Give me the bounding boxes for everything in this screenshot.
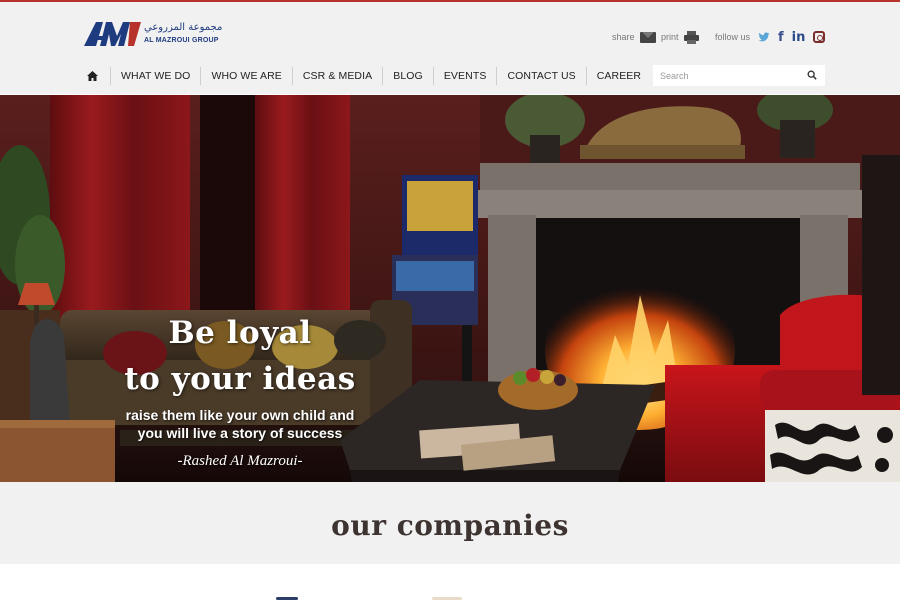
- share-link[interactable]: share: [612, 28, 656, 46]
- linkedin-icon[interactable]: in: [792, 31, 806, 44]
- hero-subline-2: you will live a story of success: [137, 425, 343, 441]
- hero-living-room-image: [0, 95, 900, 482]
- printer-icon: [683, 30, 699, 44]
- main-nav: WHAT WE DO WHO WE ARE CSR & MEDIA BLOG E…: [84, 66, 651, 86]
- search-input[interactable]: [653, 65, 803, 86]
- hero-subline-1: raise them like your own child and: [125, 407, 355, 423]
- site-logo[interactable]: مجموعة المزروعي AL MAZROUI GROUP: [84, 20, 224, 52]
- nav-item-contact-us[interactable]: CONTACT US: [496, 67, 585, 85]
- hero-quote-author: -Rashed Al Mazroui-: [177, 453, 303, 469]
- logo-arabic-text: مجموعة المزروعي: [144, 22, 223, 33]
- print-label: print: [661, 32, 679, 42]
- nav-item-career[interactable]: CAREER: [585, 67, 651, 85]
- follow-label: follow us: [715, 32, 751, 42]
- nav-item-events[interactable]: EVENTS: [432, 67, 497, 85]
- site-header: مجموعة المزروعي AL MAZROUI GROUP share p…: [0, 2, 900, 94]
- our-companies-section: our companies: [0, 482, 900, 564]
- home-icon[interactable]: [84, 69, 100, 83]
- logo-mark-icon: [84, 22, 141, 46]
- facebook-icon[interactable]: f: [778, 31, 784, 44]
- section-title: our companies: [331, 509, 569, 542]
- search-icon[interactable]: [807, 70, 817, 80]
- instagram-icon[interactable]: [813, 31, 826, 43]
- follow-us: follow us f in: [715, 28, 826, 46]
- hero-headline-line2: to your ideas: [124, 361, 356, 397]
- hero-headline-line1: Be loyal: [168, 315, 312, 351]
- hero-banner: Be loyal to your ideas raise them like y…: [0, 95, 900, 482]
- nav-item-blog[interactable]: BLOG: [382, 67, 433, 85]
- share-label: share: [612, 32, 635, 42]
- nav-item-what-we-do[interactable]: WHAT WE DO: [110, 67, 200, 85]
- logo-english-text: AL MAZROUI GROUP: [144, 37, 219, 44]
- search-box: [653, 65, 825, 86]
- twitter-icon[interactable]: [758, 31, 770, 43]
- nav-item-csr-media[interactable]: CSR & MEDIA: [291, 67, 382, 85]
- print-link[interactable]: print: [661, 28, 699, 46]
- social-links: f in: [758, 31, 826, 44]
- companies-logos-strip: [0, 564, 900, 600]
- nav-item-who-we-are[interactable]: WHO WE ARE: [200, 67, 291, 85]
- envelope-icon: [639, 31, 656, 43]
